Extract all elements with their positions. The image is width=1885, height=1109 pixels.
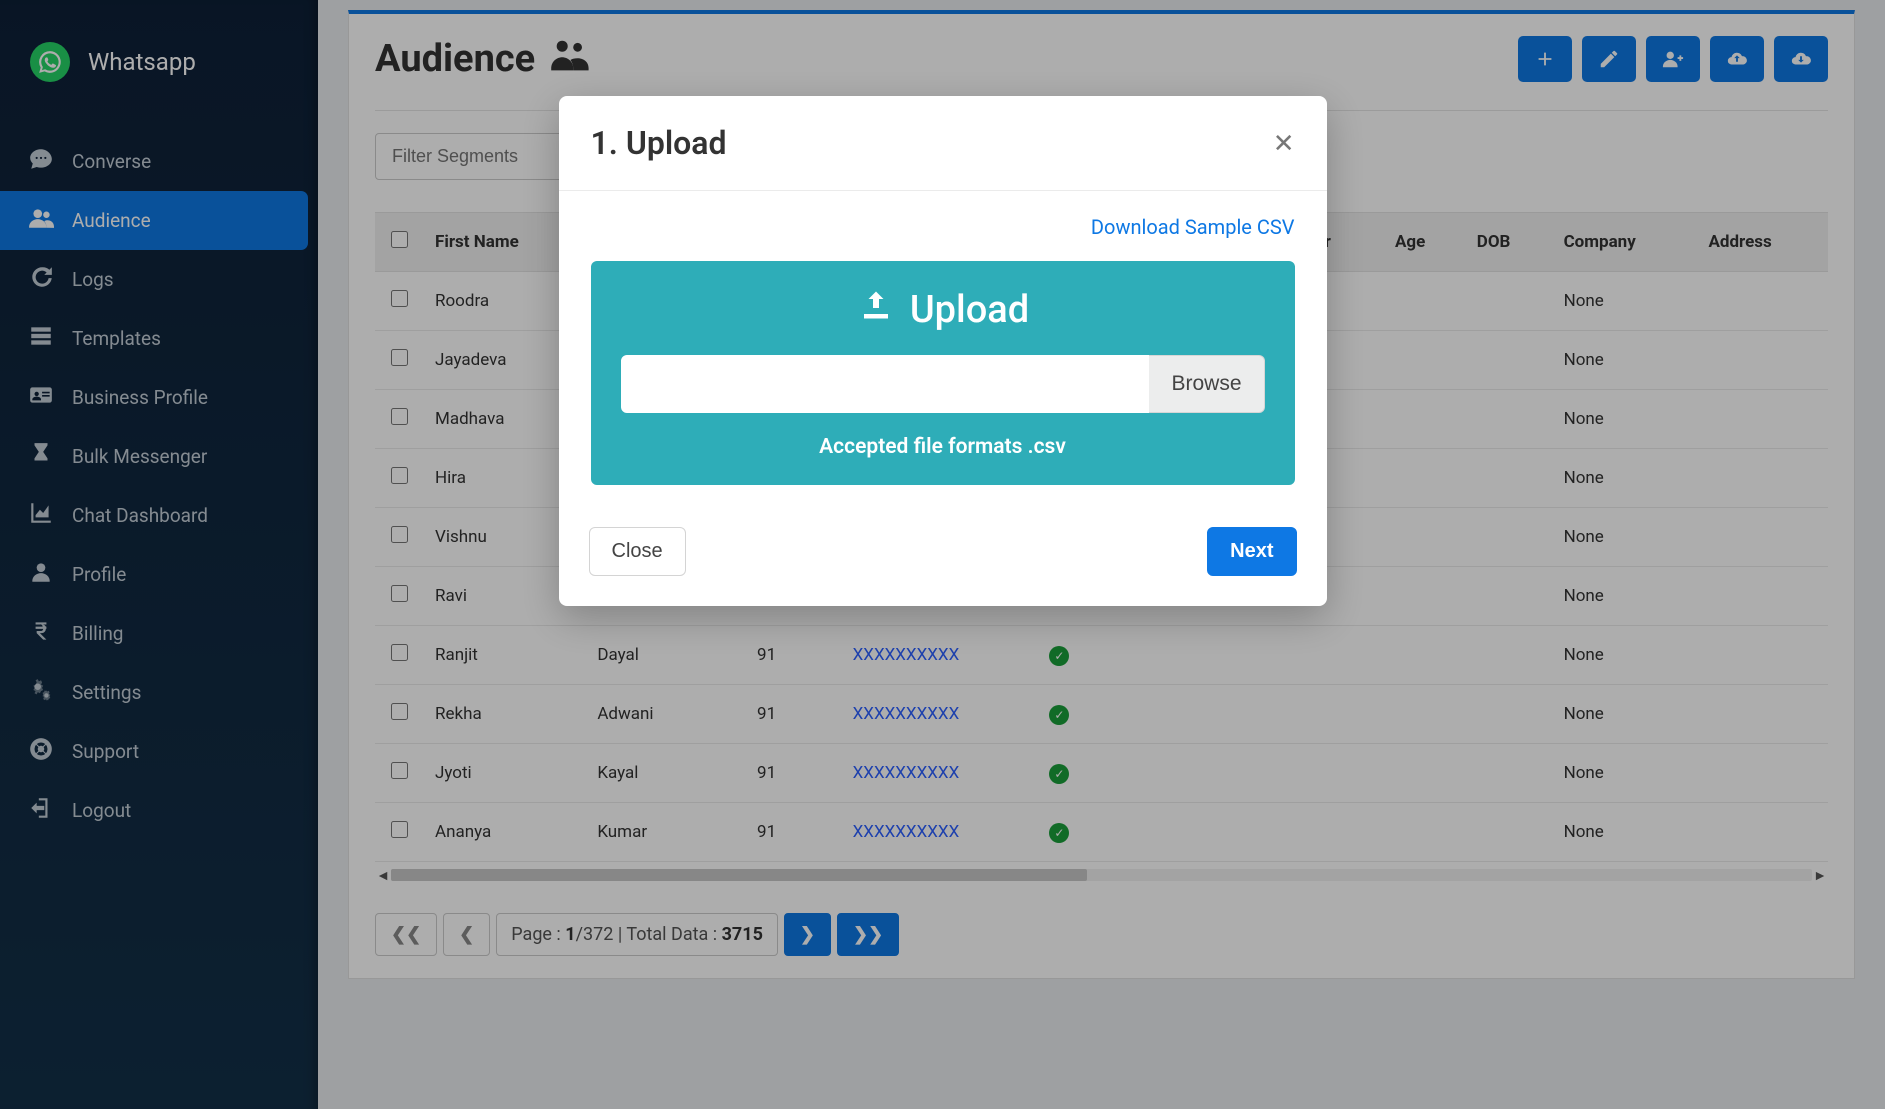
- modal-body: Download Sample CSV Upload Browse Accept…: [559, 191, 1327, 509]
- upload-note: Accepted file formats .csv: [621, 435, 1265, 459]
- close-icon[interactable]: ✕: [1273, 130, 1295, 156]
- upload-modal: 1. Upload ✕ Download Sample CSV Upload B…: [559, 96, 1327, 606]
- modal-footer: Close Next: [559, 509, 1327, 606]
- modal-overlay[interactable]: 1. Upload ✕ Download Sample CSV Upload B…: [0, 0, 1885, 1109]
- upload-heading: Upload: [621, 287, 1265, 333]
- modal-close-button[interactable]: Close: [589, 527, 686, 576]
- modal-next-button[interactable]: Next: [1207, 527, 1296, 576]
- modal-header: 1. Upload ✕: [559, 96, 1327, 191]
- upload-icon: [856, 287, 896, 333]
- modal-title: 1. Upload: [591, 124, 727, 162]
- upload-box: Upload Browse Accepted file formats .csv: [591, 261, 1295, 485]
- browse-button[interactable]: Browse: [1149, 355, 1264, 413]
- download-sample-link[interactable]: Download Sample CSV: [591, 215, 1295, 239]
- file-path-input[interactable]: [621, 355, 1150, 413]
- file-input-group: Browse: [621, 355, 1265, 413]
